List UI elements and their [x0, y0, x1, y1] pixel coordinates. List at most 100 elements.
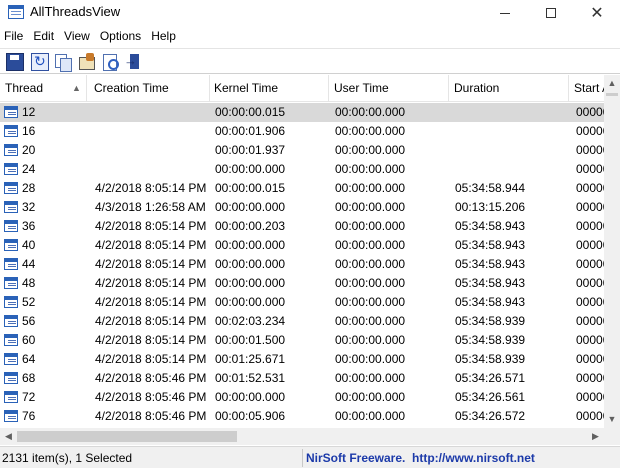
table-row[interactable]: 56 4/2/2018 8:05:14 PM 00:02:03.234 00:00:0… — [0, 312, 609, 331]
table-row[interactable]: 52 4/2/2018 8:05:14 PM 00:00:00.000 00:00:0… — [0, 293, 609, 312]
app-icon — [8, 5, 24, 19]
cell-duration: 05:34:58.943 — [455, 276, 526, 290]
cell-thread-id: 20 — [22, 143, 36, 157]
maximize-button[interactable] — [528, 0, 574, 26]
cell-thread-id: 68 — [22, 371, 36, 385]
scroll-down-icon[interactable]: ▼ — [604, 411, 620, 428]
close-button[interactable]: ✕ — [574, 0, 620, 26]
nirsoft-link[interactable]: NirSoft Freeware. http://www.nirsoft.net — [306, 451, 535, 465]
cell-creation-time: 4/2/2018 8:05:46 PM — [95, 371, 207, 385]
thread-icon — [4, 296, 18, 308]
window-title: AllThreadsView — [30, 4, 121, 19]
thread-icon — [4, 163, 18, 175]
cell-thread-id: 48 — [22, 276, 36, 290]
cell-creation-time: 4/2/2018 8:05:14 PM — [95, 295, 207, 309]
cell-user-time: 00:00:00.000 — [335, 162, 406, 176]
cell-thread-id: 12 — [22, 105, 36, 119]
table-row[interactable]: 72 4/2/2018 8:05:46 PM 00:00:00.000 00:00:0… — [0, 388, 609, 407]
copy-icon[interactable] — [54, 53, 72, 72]
cell-user-time: 00:00:00.000 — [335, 371, 406, 385]
thread-icon — [4, 391, 18, 403]
table-row[interactable]: 40 4/2/2018 8:05:14 PM 00:00:00.000 00:00:0… — [0, 236, 609, 255]
cell-thread-id: 24 — [22, 162, 36, 176]
cell-duration: 05:34:26.561 — [455, 390, 526, 404]
cell-user-time: 00:00:00.000 — [335, 143, 406, 157]
title-bar: AllThreadsView ✕ — [0, 0, 620, 26]
cell-thread-id: 40 — [22, 238, 36, 252]
cell-kernel-time: 00:00:05.906 — [215, 409, 286, 423]
thread-icon — [4, 334, 18, 346]
sort-ascending-icon: ▲ — [72, 83, 81, 93]
column-thread[interactable]: Thread ▲ — [0, 75, 87, 102]
cell-user-time: 00:00:00.000 — [335, 124, 406, 138]
table-row[interactable]: 64 4/2/2018 8:05:14 PM 00:01:25.671 00:00:0… — [0, 350, 609, 369]
table-row[interactable]: 60 4/2/2018 8:05:14 PM 00:00:01.500 00:00:0… — [0, 331, 609, 350]
cell-creation-time: 4/2/2018 8:05:14 PM — [95, 219, 207, 233]
menu-options[interactable]: Options — [95, 27, 146, 47]
vertical-scroll-thumb[interactable] — [606, 93, 618, 96]
vertical-scrollbar[interactable]: ▲ ▼ — [604, 75, 620, 428]
menu-view[interactable]: View — [59, 27, 95, 47]
column-user-time[interactable]: User Time — [329, 75, 449, 102]
table-row[interactable]: 48 4/2/2018 8:05:14 PM 00:00:00.000 00:00:0… — [0, 274, 609, 293]
table-row[interactable]: 16 00:00:01.906 00:00:00.000 00000 — [0, 122, 609, 141]
column-duration[interactable]: Duration — [449, 75, 569, 102]
toolbar — [0, 48, 620, 74]
column-thread-label: Thread — [5, 81, 44, 95]
column-creation-time[interactable]: Creation Time — [89, 75, 210, 102]
cell-user-time: 00:00:00.000 — [335, 181, 406, 195]
table-row[interactable]: 36 4/2/2018 8:05:14 PM 00:00:00.203 00:00:0… — [0, 217, 609, 236]
cell-creation-time: 4/3/2018 1:26:58 AM — [95, 200, 206, 214]
table-row[interactable]: 44 4/2/2018 8:05:14 PM 00:00:00.000 00:00:0… — [0, 255, 609, 274]
menu-help[interactable]: Help — [146, 27, 181, 47]
cell-creation-time: 4/2/2018 8:05:14 PM — [95, 314, 207, 328]
table-row[interactable]: 32 4/3/2018 1:26:58 AM 00:00:00.000 00:00:0… — [0, 198, 609, 217]
cell-user-time: 00:00:00.000 — [335, 257, 406, 271]
table-row[interactable]: 28 4/2/2018 8:05:14 PM 00:00:00.015 00:00:0… — [0, 179, 609, 198]
cell-kernel-time: 00:01:25.671 — [215, 352, 286, 366]
table-row[interactable]: 68 4/2/2018 8:05:46 PM 00:01:52.531 00:00:0… — [0, 369, 609, 388]
save-icon[interactable] — [6, 53, 24, 71]
status-divider — [302, 449, 303, 467]
properties-icon[interactable] — [78, 53, 96, 71]
cell-duration: 05:34:26.571 — [455, 371, 526, 385]
thread-icon — [4, 372, 18, 384]
column-kernel-time[interactable]: Kernel Time — [209, 75, 329, 102]
cell-duration: 05:34:26.572 — [455, 409, 526, 423]
threads-list[interactable]: Thread ▲ Creation Time Kernel Time User … — [0, 75, 620, 428]
horizontal-scrollbar[interactable]: ◀ ▶ — [0, 428, 604, 445]
thread-icon — [4, 201, 18, 213]
cell-kernel-time: 00:02:03.234 — [215, 314, 286, 328]
table-row[interactable]: 76 4/2/2018 8:05:46 PM 00:00:05.906 00:00:0… — [0, 407, 609, 426]
cell-duration: 05:34:58.943 — [455, 238, 526, 252]
cell-thread-id: 28 — [22, 181, 36, 195]
cell-duration: 05:34:58.944 — [455, 181, 526, 195]
scroll-right-icon[interactable]: ▶ — [587, 428, 604, 445]
cell-kernel-time: 00:00:00.000 — [215, 238, 286, 252]
menu-edit[interactable]: Edit — [28, 27, 59, 47]
thread-icon — [4, 182, 18, 194]
cell-thread-id: 64 — [22, 352, 36, 366]
refresh-icon[interactable] — [31, 53, 49, 71]
minimize-button[interactable] — [482, 0, 528, 26]
table-row[interactable]: 24 00:00:00.000 00:00:00.000 00000 — [0, 160, 609, 179]
cell-kernel-time: 00:00:00.000 — [215, 162, 286, 176]
cell-creation-time: 4/2/2018 8:05:14 PM — [95, 181, 207, 195]
table-row[interactable]: 20 00:00:01.937 00:00:00.000 00000 — [0, 141, 609, 160]
menu-file[interactable]: File — [0, 27, 28, 47]
cell-creation-time: 4/2/2018 8:05:46 PM — [95, 390, 207, 404]
cell-creation-time: 4/2/2018 8:05:46 PM — [95, 409, 207, 423]
cell-kernel-time: 00:00:01.937 — [215, 143, 286, 157]
cell-kernel-time: 00:00:00.000 — [215, 257, 286, 271]
cell-kernel-time: 00:01:52.531 — [215, 371, 286, 385]
cell-user-time: 00:00:00.000 — [335, 333, 406, 347]
table-row[interactable]: 12 00:00:00.015 00:00:00.000 00000 — [0, 103, 609, 122]
scroll-up-icon[interactable]: ▲ — [604, 75, 620, 92]
find-icon[interactable] — [101, 53, 119, 71]
cell-thread-id: 36 — [22, 219, 36, 233]
exit-icon[interactable] — [124, 53, 142, 71]
cell-kernel-time: 00:00:00.015 — [215, 181, 286, 195]
cell-user-time: 00:00:00.000 — [335, 200, 406, 214]
scroll-left-icon[interactable]: ◀ — [0, 428, 17, 445]
horizontal-scroll-thumb[interactable] — [17, 431, 237, 442]
